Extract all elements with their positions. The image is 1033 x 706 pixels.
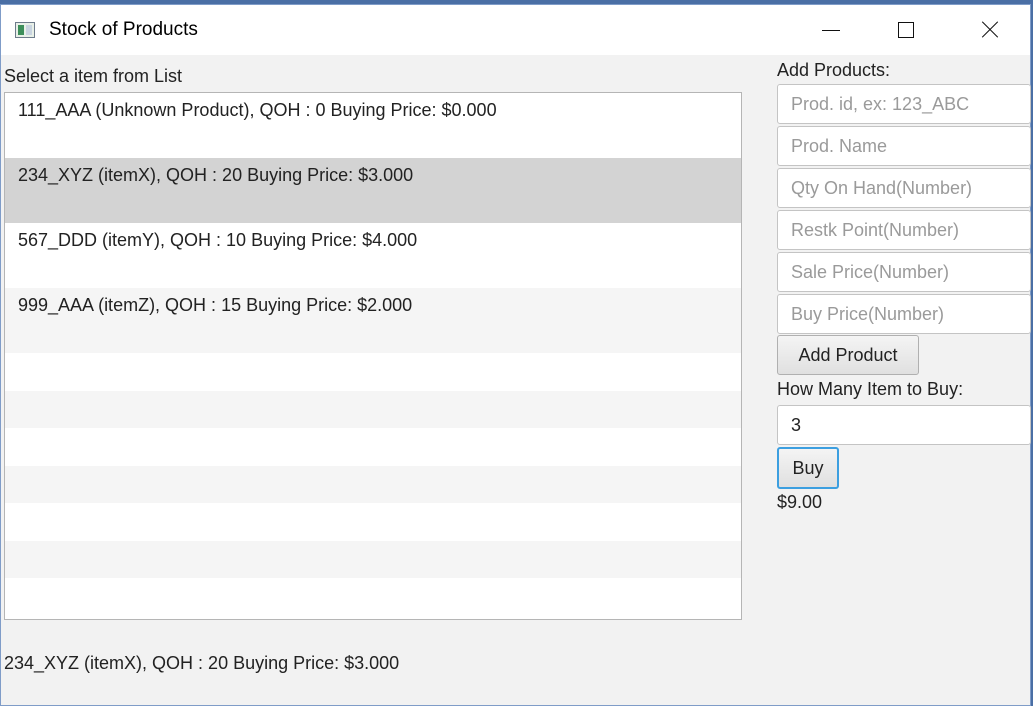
sale-price-field[interactable] [777,252,1031,292]
app-window-icon [15,22,35,38]
minimize-icon[interactable] [806,5,856,55]
empty-row [5,503,741,541]
list-item-selected[interactable]: 234_XYZ (itemX), QOH : 20 Buying Price: … [5,158,741,223]
selected-item-status: 234_XYZ (itemX), QOH : 20 Buying Price: … [4,653,400,673]
empty-row [5,578,741,616]
buy-quantity-field[interactable] [777,405,1031,445]
list-item[interactable]: 111_AAA (Unknown Product), QOH : 0 Buyin… [5,93,741,158]
empty-row [5,390,741,428]
empty-row [5,353,741,391]
buy-button[interactable]: Buy [777,447,839,489]
add-products-heading: Add Products: [777,60,891,80]
product-list[interactable]: 111_AAA (Unknown Product), QOH : 0 Buyin… [4,92,742,620]
empty-row [5,428,741,466]
empty-row [5,540,741,578]
qty-on-hand-field[interactable] [777,168,1031,208]
buy-quantity-label: How Many Item to Buy: [777,379,964,399]
title-bar[interactable]: Stock of Products [1,5,1030,55]
prod-name-field[interactable] [777,126,1031,166]
list-label: Select a item from List [4,66,183,86]
app-window: Stock of Products Select a item from Lis… [0,4,1031,706]
list-item[interactable]: 567_DDD (itemY), QOH : 10 Buying Price: … [5,223,741,288]
close-icon[interactable] [964,5,1014,55]
buy-price-field[interactable] [777,294,1031,334]
maximize-icon[interactable] [881,5,931,55]
prod-id-field[interactable] [777,84,1031,124]
empty-row [5,465,741,503]
window-title: Stock of Products [49,19,198,40]
total-price: $9.00 [777,492,823,512]
restock-point-field[interactable] [777,210,1031,250]
add-product-button[interactable]: Add Product [777,335,919,375]
list-item[interactable]: 999_AAA (itemZ), QOH : 15 Buying Price: … [5,288,741,353]
